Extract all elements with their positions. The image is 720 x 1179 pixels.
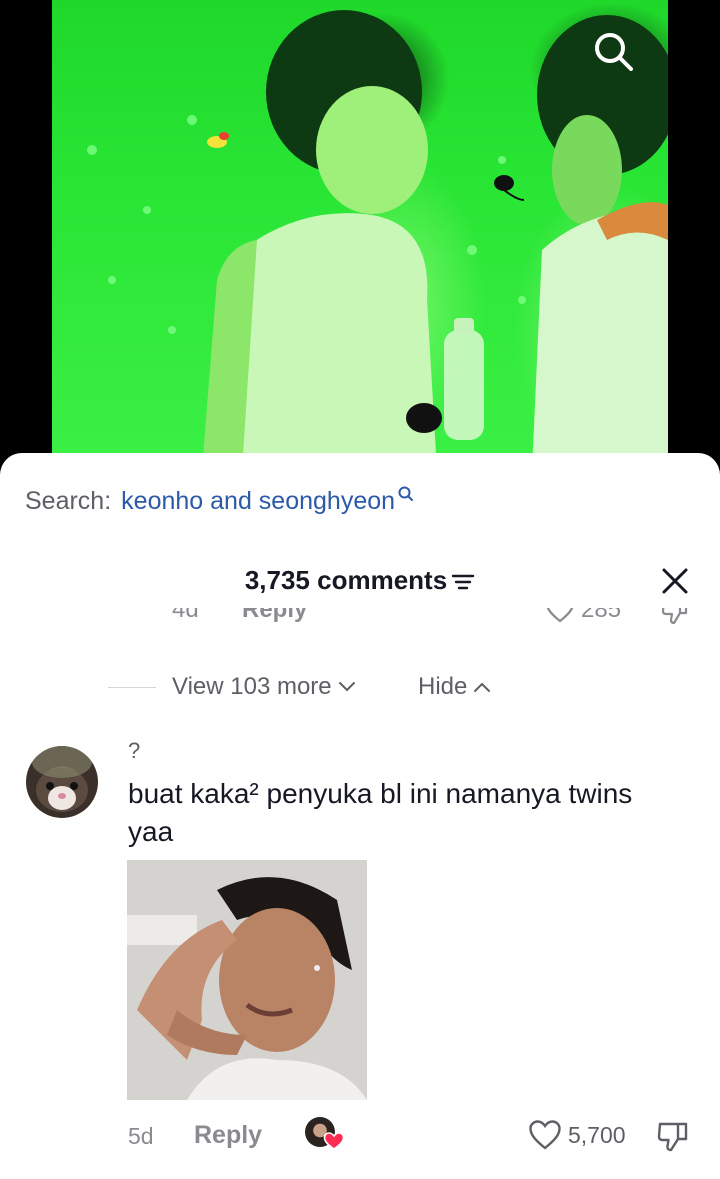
search-icon [398, 486, 414, 501]
video-frame[interactable] [52, 0, 668, 470]
chevron-down-icon [338, 682, 355, 692]
hide-replies-button[interactable]: Hide [418, 673, 491, 701]
comments-panel: Search: keonho and seonghyeon 3,735 comm… [0, 453, 720, 1179]
thumbs-down-icon [657, 1122, 688, 1152]
heart-icon [529, 1120, 561, 1150]
previous-comment-like-button[interactable]: 285 [545, 608, 621, 624]
previous-comment-time: 4d [172, 608, 199, 623]
liked-by-creator-badge [305, 1117, 345, 1153]
close-button[interactable] [660, 566, 690, 596]
comments-header: 3,735 comments [0, 565, 720, 596]
comment-image[interactable] [127, 860, 367, 1100]
video-player[interactable] [0, 0, 720, 470]
previous-comment-actions: 4d Reply 285 [0, 608, 720, 634]
comment-text: buat kaka² penyuka bl ini namanya twins … [128, 778, 633, 847]
thumbs-down-icon [661, 608, 688, 625]
crying-man-photo [127, 860, 367, 1100]
comments-count: 3,735 comments [244, 565, 448, 595]
view-more-label: View 103 more [172, 673, 332, 700]
heart-icon [323, 1132, 345, 1150]
search-query-link[interactable]: keonho and seonghyeon [121, 487, 395, 516]
heart-icon [546, 608, 574, 623]
commenter-avatar[interactable] [26, 746, 98, 818]
previous-comment-dislike-button[interactable] [660, 608, 690, 633]
chevron-up-icon [474, 682, 491, 692]
comment-time: 5d [128, 1123, 154, 1149]
previous-comment-like-count: 285 [581, 608, 622, 623]
dislike-button[interactable] [656, 1119, 690, 1158]
hide-label: Hide [418, 673, 468, 700]
related-search-row[interactable]: Search: keonho and seonghyeon [25, 486, 415, 516]
close-icon [662, 568, 688, 594]
comment-actions: 5d Reply 5,700 [0, 1117, 720, 1157]
like-button[interactable]: 5,700 [528, 1119, 626, 1151]
hamster-avatar-illustration [32, 746, 92, 812]
reply-button[interactable]: Reply [194, 1121, 262, 1150]
search-icon [595, 33, 633, 71]
search-prefix-label: Search: [25, 487, 112, 515]
replies-controls: View 103 more Hide [0, 673, 720, 705]
video-search-button[interactable] [592, 30, 638, 76]
like-count: 5,700 [568, 1121, 626, 1148]
commenter-username[interactable]: ? [128, 738, 140, 764]
previous-comment-reply-button[interactable]: Reply [242, 608, 307, 624]
filter-icon[interactable] [451, 572, 475, 592]
replies-divider [108, 687, 156, 688]
view-more-replies-button[interactable]: View 103 more [172, 673, 356, 701]
video-scene-illustration [87, 10, 668, 470]
